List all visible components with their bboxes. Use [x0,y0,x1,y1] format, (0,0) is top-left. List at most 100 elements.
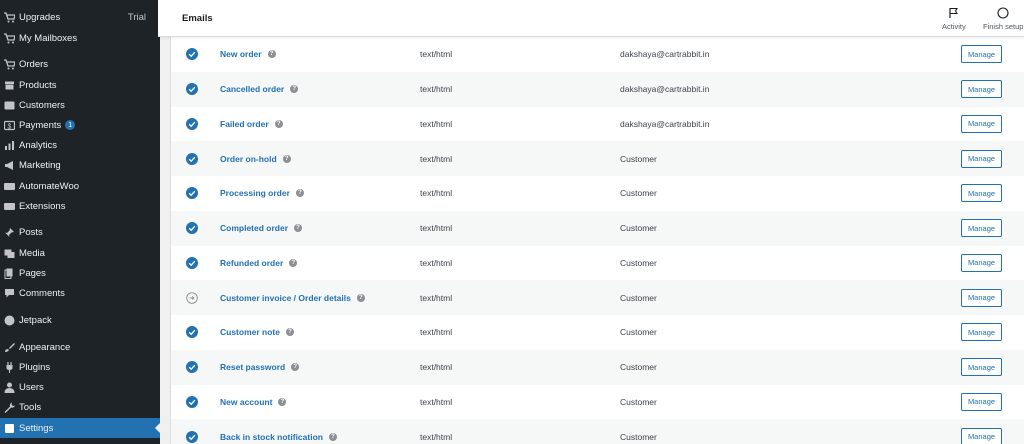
sidebar-item-orders[interactable]: Orders [0,54,160,74]
sidebar-item-settings[interactable]: Settings [0,418,160,438]
help-icon[interactable]: ? [328,432,337,441]
sidebar-item-pages[interactable]: Pages [0,263,160,283]
enabled-check-icon [186,361,198,374]
manage-button[interactable]: Manage [961,427,1002,444]
table-row: Cancelled order? text/html dakshaya@cartra… [171,71,1024,107]
help-icon[interactable]: ? [289,258,298,267]
sidebar-item-analytics[interactable]: Analytics [0,135,160,155]
cart-icon [4,32,15,44]
manage-button[interactable]: Manage [961,253,1002,272]
help-icon[interactable]: ? [267,50,276,59]
recipient: dakshaya@cartrabbit.in [620,49,710,60]
manage-button[interactable]: Manage [961,392,1002,411]
recipient: Customer [620,431,657,442]
manage-button[interactable]: Manage [961,358,1002,377]
sidebar-item-users[interactable]: Users [0,377,160,397]
pin-icon [4,227,15,238]
table-row: Customer note? text/html Customer Manage [171,315,1024,350]
sidebar-item-media[interactable]: Media [0,243,160,263]
payments-icon: $ [4,120,15,131]
cart-icon [4,11,15,23]
sidebar-item-upgrades[interactable]: Upgrades Trial [0,7,160,27]
email-name-text: Cancelled order [220,84,285,95]
media-icon [4,248,15,259]
email-name-text: Customer invoice / Order details [220,292,351,303]
manage-button[interactable]: Manage [961,219,1002,238]
email-name-link[interactable]: Back in stock notification? [220,432,337,442]
help-icon[interactable]: ? [295,189,304,198]
help-icon[interactable]: ? [285,328,294,337]
sidebar-item-label: Analytics [19,139,58,151]
sidebar-item-tools[interactable]: Tools [0,397,160,417]
table-row: Reset password? text/html Customer Manage [171,349,1024,385]
manage-button[interactable]: Manage [961,114,1002,133]
sidebar-item-products[interactable]: Products [0,75,160,95]
email-name-link[interactable]: Processing order? [220,188,304,198]
content-type: text/html [420,327,453,338]
email-name-link[interactable]: Customer invoice / Order details? [220,293,365,303]
pages-icon [4,268,15,279]
sidebar-item-partial[interactable] [4,0,64,2]
help-icon[interactable]: ? [356,293,365,302]
help-icon[interactable]: ? [291,363,300,372]
sidebar-item-label: AutomateWoo [19,180,80,192]
sidebar-item-label: Tools [19,401,42,413]
app-window: Upgrades Trial My Mailboxes Orders Products C… [0,0,1024,444]
manage-button[interactable]: Manage [961,45,1002,64]
manage-button[interactable]: Manage [961,80,1002,99]
email-name-link[interactable]: Completed order? [220,223,303,233]
email-name-link[interactable]: Cancelled order? [220,84,299,95]
finish-setup-button[interactable]: Finish setup [983,7,1023,31]
manage-button[interactable]: Manage [961,323,1002,342]
email-name-link[interactable]: Order on-hold? [220,154,291,164]
email-name-link[interactable]: New account? [220,397,287,407]
sidebar-item-customers[interactable]: Customers [0,95,160,115]
sidebar-item-posts[interactable]: Posts [0,222,160,242]
manage-button[interactable]: Manage [961,184,1002,203]
sidebar-item-appearance[interactable]: Appearance [0,337,160,357]
email-name-link[interactable]: Customer note? [220,327,294,337]
manage-button[interactable]: Manage [961,288,1002,307]
admin-sidebar: Upgrades Trial My Mailboxes Orders Products C… [0,0,160,444]
sidebar-item-marketing[interactable]: Marketing [0,155,160,175]
table-row: Order on-hold? text/html Customer Manage [171,141,1024,176]
finish-setup-label: Finish setup [983,22,1024,31]
content-type: text/html [420,49,453,60]
content-type: text/html [420,292,453,303]
enabled-check-icon [186,187,198,200]
sidebar-item-extensions[interactable]: Extensions [0,196,160,216]
sidebar-item-label: My Mailboxes [19,32,78,44]
recipient: Customer [620,396,657,407]
email-name-link[interactable]: Failed order? [220,119,283,129]
table-row: Completed order? text/html Customer Manage [171,210,1024,246]
wrench-icon [4,402,15,413]
enabled-check-icon [186,117,198,130]
help-icon[interactable]: ? [278,397,287,406]
manage-button[interactable]: Manage [961,149,1002,168]
sidebar-item-jetpack[interactable]: Jetpack [0,310,160,330]
sidebar-item-label: Settings [19,422,54,434]
content-type: text/html [420,84,453,95]
sidebar-item-automatewoo[interactable]: AutomateWoo [0,176,160,196]
help-icon[interactable]: ? [282,154,291,163]
help-icon[interactable]: ? [290,85,299,94]
email-name-link[interactable]: Reset password? [220,362,300,372]
email-name-link[interactable]: Refunded order? [220,258,298,268]
sidebar-item-plugins[interactable]: Plugins [0,357,160,377]
enabled-check-icon [186,152,198,165]
jetpack-icon [4,315,15,326]
activity-button[interactable]: Activity [942,7,966,31]
sidebar-item-comments[interactable]: Comments [0,283,160,303]
sidebar-item-label: Products [19,79,57,91]
table-row: New account? text/html Customer Manage [171,385,1024,420]
help-icon[interactable]: ? [294,224,303,233]
table-row: Back in stock notification? text/html Cust… [171,419,1024,444]
email-name-text: Customer note [220,327,280,338]
email-name-link[interactable]: New order? [220,49,276,59]
email-name-text: Back in stock notification [220,431,323,442]
table-row: Customer invoice / Order details? text/ht… [171,280,1024,315]
sidebar-item-my-mailboxes[interactable]: My Mailboxes [0,28,160,48]
sidebar-item-payments[interactable]: $ Payments 1 [0,115,160,135]
help-icon[interactable]: ? [274,119,283,128]
content-type: text/html [420,257,453,268]
